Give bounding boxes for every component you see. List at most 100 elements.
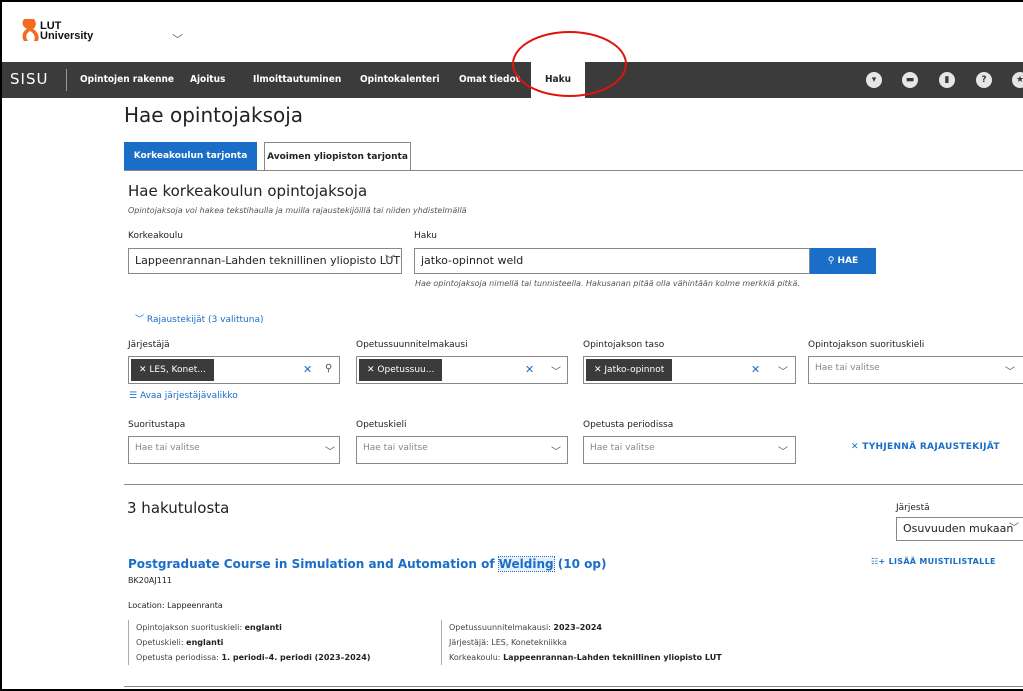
info-row: Korkeakoulu: Lappeenrannan-Lahden teknil… (449, 650, 722, 665)
chevron-down-icon: ﹀ (135, 315, 145, 325)
clear-filters-button[interactable]: ✕ TYHJENNÄ RAJAUSTEKIJÄT (851, 442, 1000, 452)
chevron-down-icon[interactable]: ﹀ (551, 363, 561, 378)
info-label: Opetussuunnitelmakausi: (449, 623, 551, 632)
course-title-part: Postgraduate Course in Simulation and Au… (128, 557, 499, 571)
level-filter[interactable]: ✕ Jatko-opinnot ✕ ﹀ (583, 356, 796, 384)
filters-toggle[interactable]: ﹀ Rajaustekijät (3 valittuna) (135, 312, 264, 325)
teaching-language-filter[interactable]: Hae tai valitse ﹀ (356, 436, 568, 464)
search-input[interactable]: jatko-opinnot weld (414, 248, 810, 274)
tab-divider (124, 170, 1023, 171)
sort-label: Järjestä (896, 503, 930, 513)
period-placeholder: Hae tai valitse (590, 443, 655, 453)
logo-line2: University (40, 30, 94, 42)
info-value: englanti (186, 638, 224, 647)
results-count: 3 hakutulosta (127, 499, 230, 517)
sort-select[interactable]: Osuvuuden mukaan ﹀ (896, 517, 1023, 541)
chevron-down-icon: ﹀ (1009, 523, 1019, 534)
university-select[interactable]: Lappeenrannan-Lahden teknillinen yliopis… (128, 248, 402, 274)
search-button-label: HAE (837, 256, 859, 266)
info-label: Opetuskieli: (136, 638, 184, 647)
course-info-left: Opintojakson suorituskieli: englanti Ope… (128, 620, 370, 665)
search-icon[interactable]: ⚲ (325, 363, 332, 374)
curriculum-label: Opetussuunnitelmakausi (356, 340, 468, 350)
info-row: Opetussuunnitelmakausi: 2023–2024 (449, 620, 722, 635)
language-filter[interactable]: Hae tai valitse ﹀ (808, 356, 1023, 384)
level-chip-label: Jatko-opinnot (604, 365, 665, 375)
nav-item-registration[interactable]: Ilmoittautuminen (253, 62, 341, 98)
info-row: Opetuskieli: englanti (136, 635, 370, 650)
method-placeholder: Hae tai valitse (135, 443, 200, 453)
language-label: Opintojakson suorituskieli (808, 340, 925, 350)
organizer-menu-link[interactable]: ☰ Avaa järjestäjävalikko (129, 391, 238, 401)
message-icon[interactable]: ▬ (902, 72, 918, 88)
period-filter[interactable]: Hae tai valitse ﹀ (583, 436, 796, 464)
level-label: Opintojakson taso (583, 340, 665, 350)
close-icon[interactable]: ✕ (525, 363, 534, 376)
curriculum-filter[interactable]: ✕ Opetussuu... ✕ ﹀ (356, 356, 568, 384)
university-label: Korkeakoulu (128, 231, 183, 241)
info-value: englanti (244, 623, 282, 632)
close-icon[interactable]: ✕ (751, 363, 760, 376)
search-button[interactable]: ⚲ HAE (810, 248, 876, 274)
period-label: Opetusta periodissa (583, 420, 674, 430)
organizer-filter[interactable]: ✕ LES, Konet... ✕ ⚲ (128, 356, 340, 384)
info-row: Järjestäjä: LES, Konetekniikka (449, 635, 722, 650)
curriculum-chip-label: Opetussuu... (377, 365, 435, 375)
method-label: Suoritustapa (128, 420, 186, 430)
course-code: BK20AJ111 (128, 576, 173, 585)
nav-item-timing[interactable]: Ajoitus (190, 62, 225, 98)
teaching-language-label: Opetuskieli (356, 420, 407, 430)
nav-item-calendar[interactable]: Opintokalenteri (360, 62, 440, 98)
notes-icon[interactable]: ▮ (939, 72, 955, 88)
page-title: Hae opintojaksoja (124, 103, 304, 127)
lut-logo[interactable]: LUT University (20, 17, 100, 47)
organizer-chip[interactable]: ✕ LES, Konet... (131, 359, 214, 381)
info-row: Opintojakson suorituskieli: englanti (136, 620, 370, 635)
tab-university-offering[interactable]: Korkeakoulun tarjonta (124, 142, 257, 170)
tab-open-university-offering[interactable]: Avoimen yliopiston tarjonta (264, 142, 411, 170)
nav-item-profile[interactable]: Omat tiedot (459, 62, 520, 98)
language-placeholder: Hae tai valitse (815, 363, 880, 373)
brand-bar: LUT University ﹀ (0, 0, 1023, 62)
clear-filters-label: TYHJENNÄ RAJAUSTEKIJÄT (862, 442, 1000, 452)
search-section-subtitle: Opintojaksoja voi hakea tekstihaulla ja … (128, 206, 467, 215)
help-icon[interactable]: ? (976, 72, 992, 88)
method-filter[interactable]: Hae tai valitse ﹀ (128, 436, 340, 464)
add-list-icon: ☷+ (871, 557, 886, 566)
close-icon: ✕ (851, 442, 859, 452)
app-name[interactable]: SISU (10, 70, 48, 88)
bottom-divider (124, 686, 1023, 687)
add-to-list-button[interactable]: ☷+ LISÄÄ MUISTILISTALLE (871, 557, 996, 566)
close-icon[interactable]: ✕ (303, 363, 312, 376)
level-chip[interactable]: ✕ Jatko-opinnot (586, 359, 673, 381)
chevron-down-icon[interactable]: ﹀ (172, 31, 183, 47)
nav-item-structure[interactable]: Opintojen rakenne (80, 62, 174, 98)
curriculum-chip[interactable]: ✕ Opetussuu... (359, 359, 443, 381)
info-row: Opetusta periodissa: 1. periodi–4. perio… (136, 650, 370, 665)
teaching-language-placeholder: Hae tai valitse (363, 443, 428, 453)
course-title-credits: (10 op) (553, 557, 607, 571)
info-label: Järjestäjä: (449, 638, 489, 647)
nav-item-search[interactable]: Haku (531, 62, 585, 98)
search-section-title: Hae korkeakoulun opintojaksoja (128, 182, 368, 200)
organizer-label: Järjestäjä (128, 340, 170, 350)
section-divider (124, 484, 1023, 485)
course-title-link[interactable]: Postgraduate Course in Simulation and Au… (128, 556, 607, 572)
nav-separator (66, 69, 67, 91)
cart-icon[interactable]: ▾ (866, 72, 882, 88)
course-title-highlight: Welding (497, 556, 555, 572)
chevron-down-icon: ﹀ (1005, 367, 1015, 378)
chevron-down-icon: ﹀ (385, 255, 395, 266)
organizer-chip-label: LES, Konet... (149, 365, 206, 375)
lut-logo-icon (22, 19, 39, 41)
info-label: Korkeakoulu: (449, 653, 501, 662)
info-label: Opintojakson suorituskieli: (136, 623, 243, 632)
info-value: 1. periodi–4. periodi (2023–2024) (221, 653, 371, 662)
university-select-value: Lappeenrannan-Lahden teknillinen yliopis… (135, 254, 401, 267)
search-help-text: Hae opintojaksoja nimellä tai tunnisteel… (415, 279, 800, 288)
chevron-down-icon[interactable]: ﹀ (778, 363, 788, 378)
query-label: Haku (414, 231, 437, 241)
star-icon[interactable]: ★ (1012, 72, 1023, 88)
info-value: 2023–2024 (553, 623, 602, 632)
list-icon: ☰ (129, 391, 138, 401)
